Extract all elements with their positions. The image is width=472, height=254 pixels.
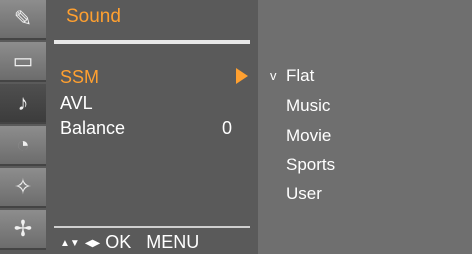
selected-check-icon: v xyxy=(270,68,277,83)
footer-divider xyxy=(54,226,250,228)
screen-icon[interactable]: ▭ xyxy=(0,42,46,82)
menu-title: Sound xyxy=(66,6,121,27)
menu-item-avl[interactable]: AVL xyxy=(60,92,93,114)
tv-osd-screen: ✎ ▭ ♪ ◔ ✧ ✢ Sound SSM AVL Balance 0 ▲▼ ◀… xyxy=(0,0,472,254)
option-user[interactable]: User xyxy=(286,184,322,204)
option-flat[interactable]: Flat xyxy=(286,66,314,86)
menu-icon-bar: ✎ ▭ ♪ ◔ ✧ ✢ xyxy=(0,0,46,254)
sound-menu-panel: Sound SSM AVL Balance 0 ▲▼ ◀▶ OK MENU xyxy=(46,0,258,254)
title-divider xyxy=(54,40,250,44)
balance-value: 0 xyxy=(222,118,233,138)
option-music[interactable]: Music xyxy=(286,96,330,116)
menu-item-balance[interactable]: Balance xyxy=(60,117,125,139)
option-sports[interactable]: Sports xyxy=(286,155,335,175)
left-right-arrows-icon: ◀▶ xyxy=(84,238,101,249)
ok-hint: OK xyxy=(105,232,132,252)
submenu-arrow-icon xyxy=(236,68,248,84)
up-down-arrows-icon: ▲▼ xyxy=(60,238,80,249)
ssm-submenu: v Flat Music Movie Sports User xyxy=(258,0,472,254)
time-icon[interactable]: ◔ xyxy=(0,126,46,166)
special-icon[interactable]: ✧ xyxy=(0,168,46,208)
menu-item-ssm[interactable]: SSM xyxy=(60,66,99,88)
navigation-hints: ▲▼ ◀▶ OK MENU xyxy=(60,232,199,254)
sound-icon[interactable]: ♪ xyxy=(0,84,46,124)
setup-icon[interactable]: ✢ xyxy=(0,210,46,250)
picture-settings-icon[interactable]: ✎ xyxy=(0,0,46,40)
option-movie[interactable]: Movie xyxy=(286,126,331,146)
menu-hint: MENU xyxy=(146,232,200,252)
